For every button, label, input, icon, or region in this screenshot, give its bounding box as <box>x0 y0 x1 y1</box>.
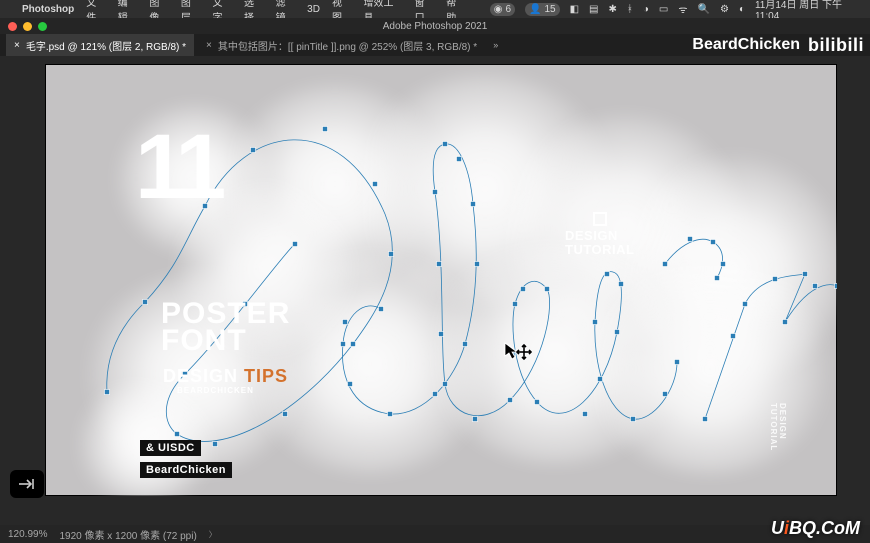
zoom-level[interactable]: 120.99% <box>8 529 47 540</box>
status-icon[interactable]: ▤ <box>589 4 598 15</box>
status-icon[interactable]: ◑ <box>643 4 649 15</box>
control-center-icon[interactable]: ⚙ <box>720 4 729 15</box>
siri-icon[interactable]: ◐ <box>739 4 745 15</box>
design-label: DESIGN <box>565 229 634 243</box>
maximize-window-button[interactable] <box>38 22 47 31</box>
bluetooth-icon[interactable]: ᚼ <box>627 4 633 15</box>
tab-collapse-icon[interactable]: » <box>493 40 498 50</box>
close-window-button[interactable] <box>8 22 17 31</box>
document-tab[interactable]: × 毛字.psd @ 121% (图层 2, RGB/8) * <box>6 34 194 56</box>
watermark: UiBQ.CoM <box>771 518 860 539</box>
record-count: 6 <box>505 4 511 15</box>
design-tips: DESIGN TIPS <box>163 366 288 387</box>
mac-menubar: Photoshop 文件 编辑 图像 图层 文字 选择 滤镜 3D 视图 增效工… <box>0 0 870 18</box>
minimize-window-button[interactable] <box>23 22 32 31</box>
user-count: 15 <box>544 4 555 15</box>
user-badge[interactable]: 👤 15 <box>525 3 560 16</box>
status-icon[interactable]: ◧ <box>570 4 579 15</box>
window-titlebar: Adobe Photoshop 2021 <box>0 18 870 34</box>
tab-label: 其中包括图片：[[ pinTitle ]].png @ 252% (图层 3, … <box>218 38 477 53</box>
poster-number: 11 <box>135 126 220 209</box>
status-icon[interactable]: ✱ <box>608 4 616 15</box>
design-word: DESIGN <box>163 366 238 386</box>
chevron-right-icon[interactable]: 〉 <box>209 529 217 540</box>
record-badge[interactable]: ◉ 6 <box>490 3 515 16</box>
battery-icon[interactable]: ▭ <box>659 4 668 15</box>
move-cursor-icon <box>504 342 532 362</box>
poster-font-heading: POSTER FONT <box>161 300 290 354</box>
brand-name: BeardChicken <box>692 36 800 54</box>
menubar-app[interactable]: Photoshop <box>22 4 74 15</box>
search-icon[interactable]: 🔍 <box>698 4 710 15</box>
wifi-icon[interactable]: ᯤ <box>678 2 687 16</box>
window-title: Adobe Photoshop 2021 <box>0 21 870 32</box>
doc-info[interactable]: 1920 像素 x 1200 像素 (72 ppi) <box>59 527 196 542</box>
tips-word: TIPS <box>244 366 288 386</box>
tutorial-label: TUTORIAL <box>565 243 634 257</box>
document-tab[interactable]: × 其中包括图片：[[ pinTitle ]].png @ 252% (图层 3… <box>198 34 485 56</box>
square-icon <box>593 212 607 226</box>
bilibili-logo: bilibili <box>808 35 864 56</box>
font-word: FONT <box>161 327 290 354</box>
status-bar: 120.99% 1920 像素 x 1200 像素 (72 ppi) 〉 <box>0 525 870 543</box>
side-vertical-label: DESIGN TUTORIAL <box>769 403 787 451</box>
tab-close-icon[interactable]: × <box>206 40 212 51</box>
tab-label: 毛字.psd @ 121% (图层 2, RGB/8) * <box>26 38 186 53</box>
tab-close-icon[interactable]: × <box>14 40 20 51</box>
tag-beardchicken: BeardChicken <box>140 462 232 478</box>
poster-design-tutorial: DESIGN TUTORIAL <box>565 212 634 256</box>
tag-uisdc: & UISDC <box>140 440 201 456</box>
subline: BEARDCHICKEN <box>177 386 254 395</box>
canvas[interactable]: 11 DESIGN TUTORIAL POSTER FONT DESIGN TI… <box>45 64 837 496</box>
menu-3d[interactable]: 3D <box>307 4 320 15</box>
workspace: 11 DESIGN TUTORIAL POSTER FONT DESIGN TI… <box>0 56 870 543</box>
floating-tool-button[interactable] <box>10 470 44 498</box>
document-tabs: × 毛字.psd @ 121% (图层 2, RGB/8) * × 其中包括图片… <box>0 34 870 56</box>
